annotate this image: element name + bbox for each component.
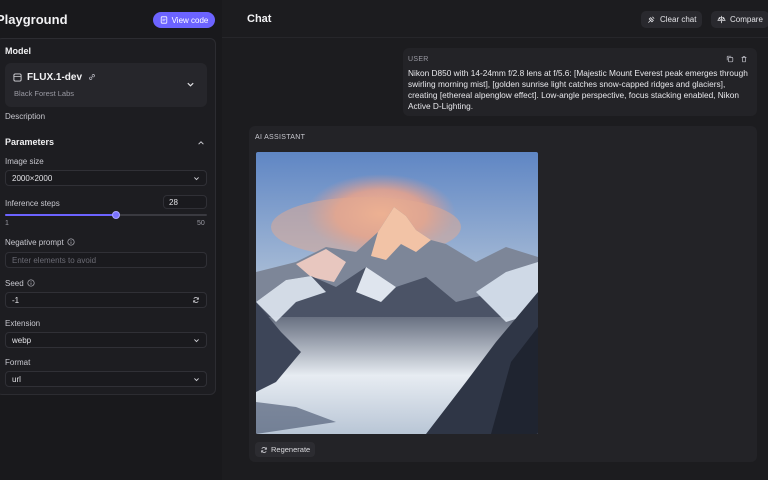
image-size-select[interactable]: 2000×2000 <box>5 170 207 186</box>
copy-icon[interactable] <box>726 55 734 63</box>
inference-steps-input[interactable]: 28 <box>163 195 207 209</box>
user-message-text: Nikon D850 with 14-24mm f/2.8 lens at f/… <box>408 68 748 111</box>
slider-min-label: 1 <box>5 220 9 227</box>
header-divider <box>222 37 768 38</box>
refresh-icon[interactable] <box>192 296 200 304</box>
chevron-up-icon[interactable] <box>197 139 205 147</box>
slider-handle[interactable] <box>112 211 121 219</box>
seed-input[interactable]: -1 <box>5 292 207 308</box>
chevron-down-icon <box>194 177 199 181</box>
compare-icon <box>717 15 726 24</box>
extension-select[interactable]: webp <box>5 332 207 348</box>
inference-steps-slider[interactable] <box>5 211 207 219</box>
seed-label-text: Seed <box>5 279 24 288</box>
chevron-down-icon <box>194 339 199 343</box>
view-code-label: View code <box>171 15 209 25</box>
clear-chat-button[interactable]: Clear chat <box>641 11 703 28</box>
info-icon[interactable] <box>67 238 75 246</box>
sidebar-title: Playground <box>0 12 68 27</box>
chevron-down-icon <box>187 82 194 87</box>
clear-chat-icon <box>648 16 655 23</box>
regenerate-label: Regenerate <box>271 445 311 454</box>
description-label: Description <box>5 112 46 121</box>
model-section-label: Model <box>5 46 31 56</box>
seed-value: -1 <box>12 295 20 305</box>
extension-value: webp <box>12 335 32 345</box>
link-icon[interactable] <box>88 73 96 81</box>
compare-label: Compare <box>730 15 763 24</box>
slider-max-label: 50 <box>197 220 205 227</box>
negative-prompt-placeholder: Enter elements to avoid <box>12 255 97 265</box>
image-size-value: 2000×2000 <box>12 173 53 183</box>
info-icon[interactable] <box>27 279 35 287</box>
seed-label: Seed <box>5 279 35 288</box>
format-select[interactable]: url <box>5 371 207 387</box>
extension-label: Extension <box>5 319 41 328</box>
view-code-button[interactable]: View code <box>153 12 215 28</box>
mountain-image-art <box>256 152 538 434</box>
generated-image[interactable] <box>256 152 538 434</box>
image-size-label: Image size <box>5 157 44 166</box>
parameters-panel: Model FLUX.1-dev Black Forest Labs Descr… <box>0 38 216 395</box>
assistant-label: AI ASSISTANT <box>255 134 306 141</box>
code-icon <box>160 16 167 24</box>
negative-prompt-input[interactable]: Enter elements to avoid <box>5 252 207 268</box>
assistant-message-card: AI ASSISTANT Regenerate <box>249 126 757 462</box>
negative-prompt-label: Negative prompt <box>5 238 75 247</box>
slider-fill <box>5 214 117 216</box>
clear-chat-label: Clear chat <box>660 15 697 24</box>
format-label: Format <box>5 358 31 367</box>
chevron-down-icon <box>194 378 199 382</box>
compare-button[interactable]: Compare <box>711 11 768 28</box>
user-label: USER <box>408 56 429 63</box>
inference-steps-value: 28 <box>169 197 178 207</box>
sidebar: Playground View code Model FLUX.1-dev Bl… <box>0 0 222 480</box>
model-selector[interactable]: FLUX.1-dev Black Forest Labs <box>5 63 207 107</box>
sidebar-header: Playground View code <box>0 0 222 38</box>
user-message-card: USER Nikon D850 with 14-24mm f/2.8 lens … <box>403 48 757 116</box>
format-value: url <box>12 374 21 384</box>
chat-title: Chat <box>247 13 272 25</box>
regenerate-button[interactable]: Regenerate <box>255 442 316 457</box>
inference-steps-label: Inference steps <box>5 199 60 208</box>
negative-prompt-label-text: Negative prompt <box>5 238 64 247</box>
parameters-section-label[interactable]: Parameters <box>5 137 54 147</box>
model-org: Black Forest Labs <box>14 89 75 98</box>
regenerate-icon <box>261 446 267 453</box>
model-name: FLUX.1-dev <box>27 72 83 83</box>
trash-icon[interactable] <box>740 55 748 63</box>
model-icon <box>13 73 22 82</box>
